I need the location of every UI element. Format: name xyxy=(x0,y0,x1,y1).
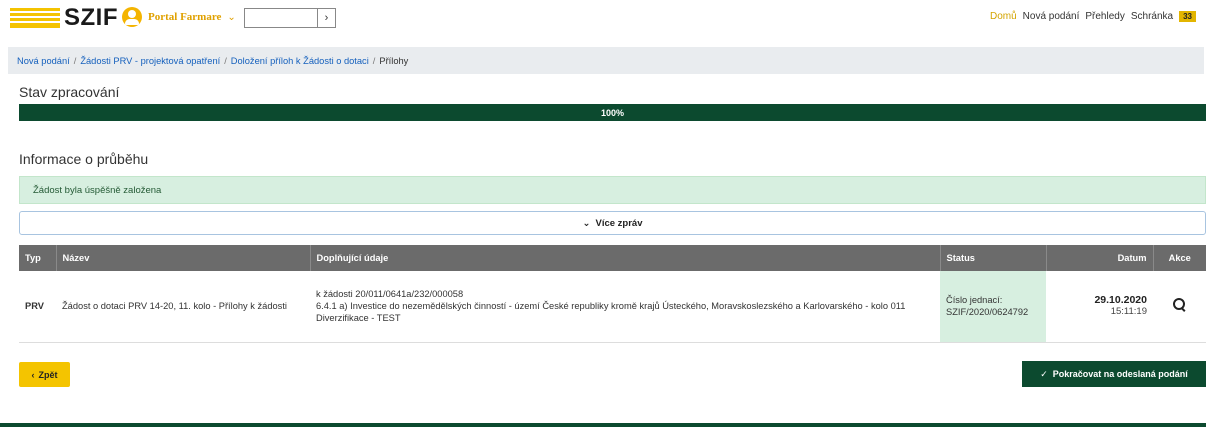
progress-fill: 100% xyxy=(19,104,1206,121)
table-header-row: Typ Název Doplňující údaje Status Datum … xyxy=(19,245,1206,271)
success-alert: Žádost byla úspěšně založena xyxy=(19,176,1206,204)
back-button-label: Zpět xyxy=(38,369,58,380)
nav-item-nova-podani[interactable]: Nová podání xyxy=(1023,11,1080,22)
user-icon xyxy=(122,7,142,27)
logo-stripes-icon xyxy=(10,8,60,28)
chevron-left-icon: ‹ xyxy=(31,369,35,380)
cell-typ: PRV xyxy=(19,271,56,343)
portal-label: Portal Farmare xyxy=(148,11,222,23)
detail-line: 6.4.1 a) Investice do nezemědělských čin… xyxy=(316,301,906,312)
search-submit-icon[interactable]: › xyxy=(317,9,335,27)
breadcrumb: Nová podání / Žádosti PRV - projektová o… xyxy=(8,47,1204,74)
szif-logo[interactable]: SZIF xyxy=(10,4,118,32)
breadcrumb-item-nova-podani[interactable]: Nová podání xyxy=(17,56,70,66)
more-messages-label: Více zpráv xyxy=(595,217,643,229)
nav-item-schranka[interactable]: Schránka xyxy=(1131,11,1173,22)
submissions-table: Typ Název Doplňující údaje Status Datum … xyxy=(19,245,1206,343)
column-header-status[interactable]: Status xyxy=(940,245,1047,271)
breadcrumb-item-dolozeni-priloh[interactable]: Doložení příloh k Žádosti o dotaci xyxy=(231,56,369,66)
breadcrumb-separator: / xyxy=(372,55,376,66)
detail-line: k žádosti 20/011/0641a/232/000058 xyxy=(316,289,464,300)
cell-doplnujici: k žádosti 20/011/0641a/232/000058 6.4.1 … xyxy=(310,271,940,343)
nav-item-prehledy[interactable]: Přehledy xyxy=(1085,11,1124,22)
processing-progress-bar: 100% xyxy=(19,104,1206,121)
main-nav: Domů Nová podání Přehledy Schránka 33 xyxy=(990,11,1196,22)
column-header-nazev[interactable]: Název xyxy=(56,245,311,271)
check-icon: ✓ xyxy=(1040,368,1048,379)
continue-to-sent-button[interactable]: ✓ Pokračovat na odeslaná podání xyxy=(1022,361,1206,387)
chevron-down-icon: ⌄ xyxy=(582,217,591,229)
column-header-typ[interactable]: Typ xyxy=(19,245,57,271)
chevron-down-icon: ⌄ xyxy=(227,11,236,23)
processing-status-heading: Stav zpracování xyxy=(19,84,120,100)
cell-akce xyxy=(1153,271,1206,343)
search-icon[interactable] xyxy=(1173,298,1186,311)
footer-divider xyxy=(0,423,1206,427)
search-input[interactable]: › xyxy=(244,8,336,28)
top-header: SZIF Portal Farmare ⌄ › Domů Nová podání… xyxy=(0,0,1206,38)
breadcrumb-item-zadosti-prv[interactable]: Žádosti PRV - projektová opatření xyxy=(80,56,220,66)
status-label: Číslo jednací: xyxy=(946,295,1003,306)
status-reference-number: SZIF/2020/0624792 xyxy=(946,307,1029,318)
logo-text: SZIF xyxy=(64,4,118,31)
portal-switcher[interactable]: Portal Farmare ⌄ xyxy=(122,7,236,27)
breadcrumb-separator: / xyxy=(73,55,77,66)
cell-status: Číslo jednací: SZIF/2020/0624792 xyxy=(940,271,1046,343)
continue-button-label: Pokračovat na odeslaná podání xyxy=(1052,369,1188,379)
detail-line: Diverzifikace - TEST xyxy=(316,313,401,324)
breadcrumb-separator: / xyxy=(224,55,227,66)
inbox-count-badge[interactable]: 33 xyxy=(1179,11,1196,22)
column-header-akce: Akce xyxy=(1153,245,1206,271)
cell-datum: 29.10.2020 15:11:19 xyxy=(1046,271,1153,343)
column-header-datum[interactable]: Datum xyxy=(1046,245,1154,271)
cell-nazev: Žádost o dotaci PRV 14-20, 11. kolo - Př… xyxy=(56,271,310,343)
back-button[interactable]: ‹ Zpět xyxy=(19,362,70,387)
more-messages-button[interactable]: ⌄ Více zpráv xyxy=(19,211,1206,235)
submission-date: 29.10.2020 xyxy=(1094,294,1147,307)
progress-info-heading: Informace o průběhu xyxy=(19,151,149,167)
breadcrumb-current: Přílohy xyxy=(379,55,409,66)
table-row: PRV Žádost o dotaci PRV 14-20, 11. kolo … xyxy=(19,271,1206,343)
submission-time: 15:11:19 xyxy=(1110,306,1147,318)
nav-item-domu[interactable]: Domů xyxy=(990,11,1017,22)
column-header-doplnujici[interactable]: Doplňující údaje xyxy=(310,245,941,271)
